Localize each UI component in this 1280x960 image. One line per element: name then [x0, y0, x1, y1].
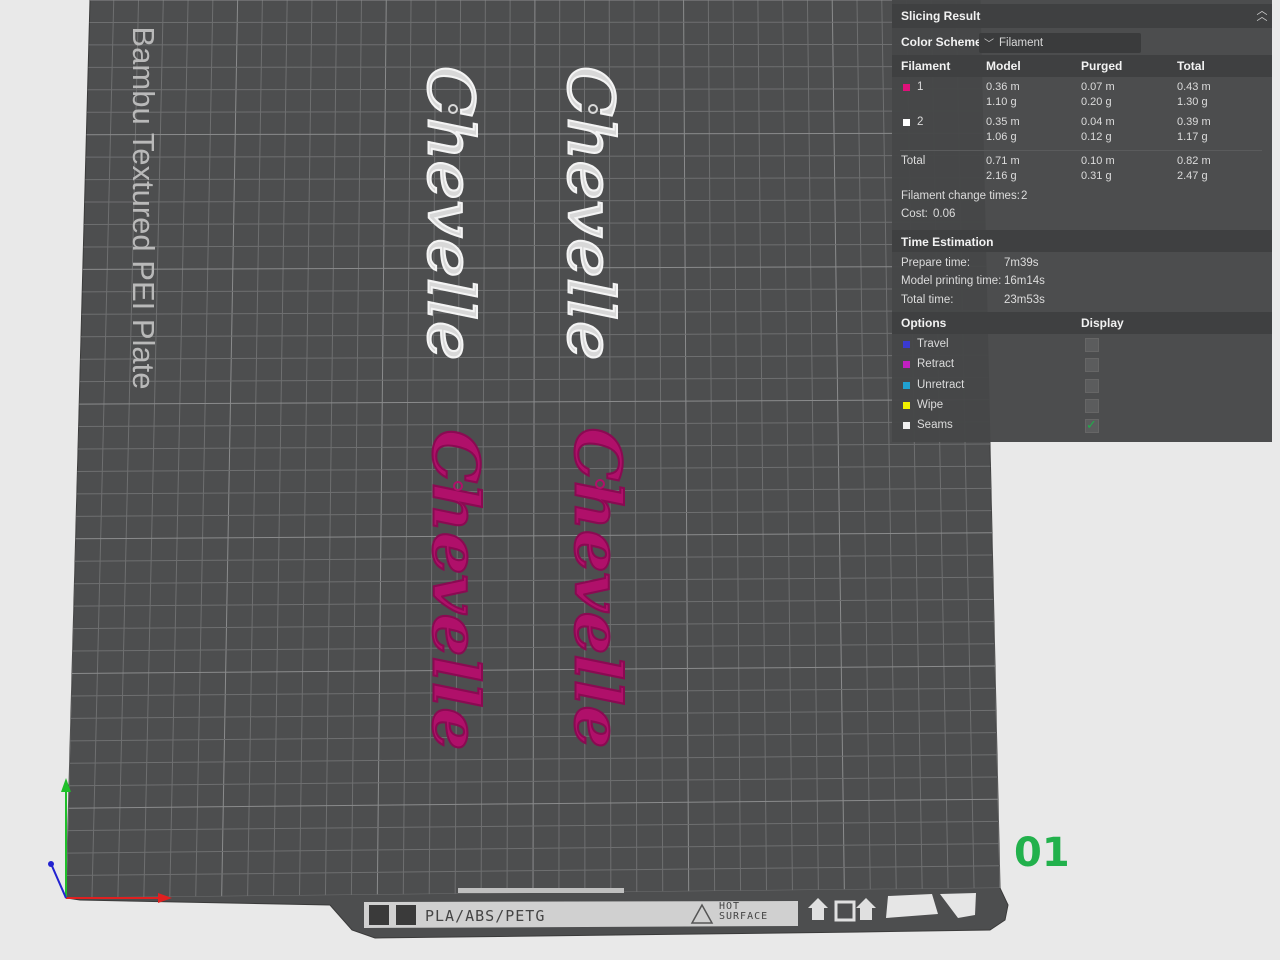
color-scheme-value: Filament: [999, 37, 1044, 49]
option-unretract-label: Unretract: [917, 378, 965, 391]
f2-total-wt: 1.17 g: [1177, 131, 1208, 143]
col-total: Total: [1177, 59, 1205, 73]
option-wipe-swatch: [903, 401, 910, 409]
axis-z: [51, 865, 67, 899]
plate-logo-icon-2: [396, 905, 416, 925]
col-model: Model: [986, 59, 1021, 73]
total-label: Total: [901, 155, 926, 167]
plate-slot: [458, 888, 624, 893]
plate-filament-types: PLA/ABS/PETG: [425, 907, 546, 925]
option-seams-swatch: [903, 422, 910, 430]
plate-logo-icon: [369, 905, 389, 925]
f1-purged-wt: 0.20 g: [1081, 96, 1112, 108]
display-title: Display: [1081, 316, 1124, 330]
f1-model-len: 0.36 m: [986, 81, 1020, 93]
filament-2-id: 2: [917, 116, 924, 128]
option-retract-swatch: [903, 361, 910, 369]
total-purged-wt: 0.31 g: [1081, 170, 1112, 182]
option-wipe-checkbox[interactable]: [1085, 398, 1099, 413]
option-travel-label: Travel: [917, 338, 949, 350]
chevron-down-icon: ﹀: [984, 39, 994, 50]
option-seams-checkbox[interactable]: [1085, 417, 1099, 434]
slicing-result-panel: Slicing Result ︿ ︿ Color Scheme ﹀ Filamen…: [892, 0, 1272, 442]
option-seams-label: Seams: [917, 419, 953, 432]
model-4-text[interactable]: Chevelle: [559, 427, 636, 750]
model-print-time-value: 16m14s: [1004, 275, 1045, 287]
plate-name-text: Bambu Textured PEI Plate: [126, 26, 161, 390]
f1-purged-len: 0.07 m: [1081, 81, 1115, 93]
option-travel-swatch: [903, 341, 910, 348]
plate-corner-mark: [886, 894, 938, 918]
color-scheme-select[interactable]: ﹀ Filament: [979, 33, 1141, 53]
total-divider: [900, 150, 1262, 151]
f1-total-wt: 1.30 g: [1177, 96, 1208, 108]
model-3-text[interactable]: Chevelle: [417, 429, 494, 752]
prepare-time-label: Prepare time:: [901, 257, 971, 269]
cost-value: 0.06: [933, 208, 956, 220]
total-total-wt: 2.47 g: [1177, 170, 1208, 182]
f1-total-len: 0.43 m: [1177, 81, 1211, 93]
model-print-time-label: Model printing time:: [901, 275, 1002, 287]
total-purged-len: 0.10 m: [1081, 155, 1115, 167]
option-wipe-label: Wipe: [917, 398, 944, 411]
cost-label: Cost:: [901, 208, 928, 220]
time-estimation-title: Time Estimation: [901, 235, 994, 249]
color-scheme-label: Color Scheme: [901, 35, 982, 49]
filament-2-swatch: [903, 119, 910, 126]
double-chevron-up-icon[interactable]: ︿ ︿: [1256, 6, 1268, 23]
filament-change-value: 2: [1021, 190, 1028, 202]
plate-number[interactable]: 01: [1014, 830, 1070, 876]
hot-text-line2: SURFACE: [719, 911, 769, 922]
f2-model-wt: 1.06 g: [986, 131, 1017, 143]
f1-model-wt: 1.10 g: [986, 96, 1017, 108]
total-time-label: Total time:: [901, 294, 954, 306]
total-model-wt: 2.16 g: [986, 170, 1017, 182]
f2-purged-len: 0.04 m: [1081, 116, 1115, 128]
prepare-time-value: 7m39s: [1004, 257, 1039, 269]
option-travel-checkbox[interactable]: [1085, 338, 1099, 352]
filament-1-id: 1: [917, 81, 924, 93]
f2-purged-wt: 0.12 g: [1081, 131, 1112, 143]
option-retract-checkbox[interactable]: [1085, 358, 1099, 373]
total-model-len: 0.71 m: [986, 155, 1020, 167]
col-filament: Filament: [901, 59, 951, 73]
slicing-result-title: Slicing Result: [901, 9, 981, 23]
option-retract-label: Retract: [917, 358, 955, 371]
total-total-len: 0.82 m: [1177, 155, 1211, 167]
total-time-value: 23m53s: [1004, 294, 1045, 306]
option-unretract-checkbox[interactable]: [1085, 378, 1099, 393]
f2-total-len: 0.39 m: [1177, 116, 1211, 128]
plate-name-label: Bambu Textured PEI Plate: [118, 0, 161, 410]
f2-model-len: 0.35 m: [986, 116, 1020, 128]
options-title: Options: [901, 316, 947, 330]
option-unretract-swatch: [903, 381, 910, 389]
filament-1-swatch: [903, 84, 910, 91]
col-purged: Purged: [1081, 59, 1123, 73]
filament-change-label: Filament change times:: [901, 190, 1020, 202]
hot-surface-warning: HOT SURFACE: [719, 902, 768, 922]
